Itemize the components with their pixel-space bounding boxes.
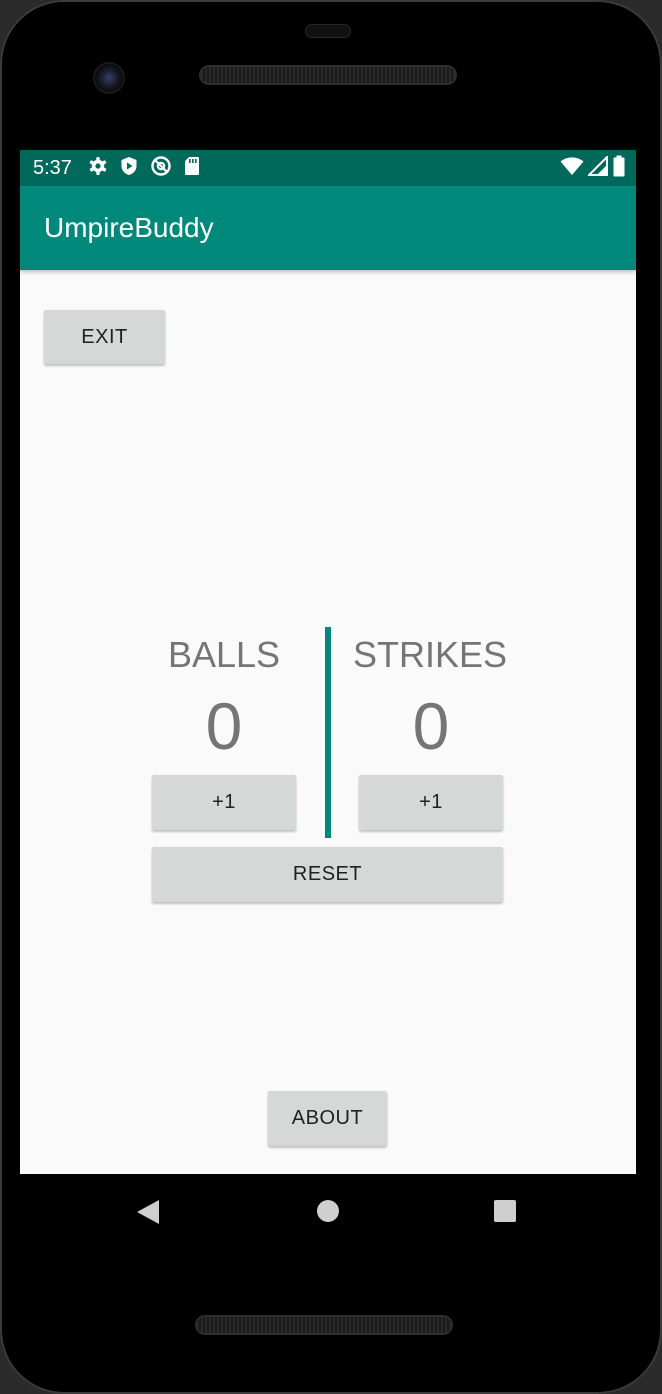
app-bar: UmpireBuddy [20, 186, 636, 270]
reset-button[interactable]: RESET [152, 847, 503, 902]
strikes-label: STRIKES [352, 634, 508, 675]
app-title: UmpireBuddy [44, 212, 214, 243]
screen: 5:37 UmpireBuddy EXIT BALLS 0 +1 STRIKES… [20, 150, 636, 1240]
balls-increment-button[interactable]: +1 [152, 775, 296, 830]
earpiece [305, 24, 351, 38]
settings-icon [88, 156, 108, 181]
battery-icon [612, 155, 626, 182]
status-time: 5:37 [33, 157, 72, 179]
status-bar: 5:37 [20, 150, 636, 186]
bottom-speaker-grille [197, 1317, 451, 1333]
navigation-bar [20, 1174, 636, 1240]
cell-signal-icon [586, 154, 608, 181]
balls-count: 0 [205, 689, 243, 763]
phone-frame: 5:37 UmpireBuddy EXIT BALLS 0 +1 STRIKES… [0, 0, 662, 1394]
notification-icons [88, 155, 200, 182]
back-icon[interactable] [137, 1200, 159, 1224]
balls-strikes-divider [325, 627, 331, 838]
exit-button[interactable]: EXIT [44, 310, 165, 364]
about-button[interactable]: ABOUT [268, 1091, 387, 1146]
home-icon[interactable] [317, 1200, 339, 1222]
recents-icon[interactable] [494, 1200, 516, 1222]
strikes-count: 0 [412, 689, 450, 763]
play-protect-icon [120, 156, 138, 181]
do-not-disturb-icon [150, 155, 172, 182]
sd-card-icon [184, 156, 200, 181]
wifi-icon [560, 156, 584, 181]
strikes-increment-button[interactable]: +1 [359, 775, 503, 830]
system-icons [560, 154, 626, 182]
main-content: EXIT BALLS 0 +1 STRIKES 0 +1 RESET ABOUT [20, 270, 636, 1174]
front-camera [95, 64, 123, 92]
balls-label: BALLS [167, 634, 281, 675]
top-speaker-grille [201, 67, 455, 83]
